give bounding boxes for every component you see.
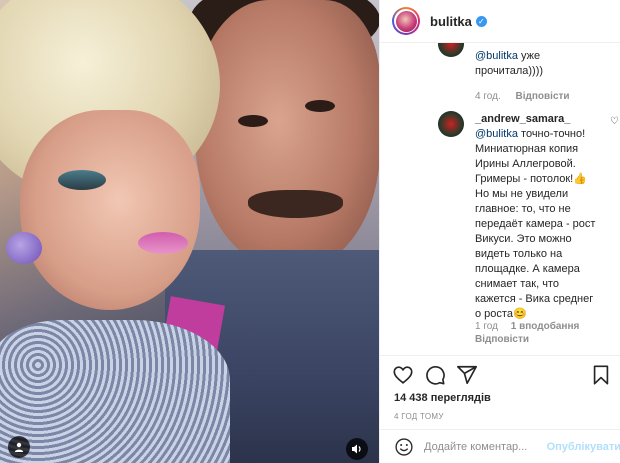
bookmark-icon[interactable] (590, 364, 614, 388)
man-face (195, 0, 379, 270)
man-left-eye (238, 115, 268, 127)
publish-button[interactable]: Опублікувати (547, 441, 620, 453)
user-tag-icon[interactable] (8, 436, 30, 458)
woman-blouse (0, 320, 230, 463)
man-right-eye (305, 100, 335, 112)
woman-lips (138, 232, 188, 254)
reply-button[interactable]: Відповісти (516, 91, 570, 102)
post-media[interactable] (0, 0, 379, 463)
likes-count[interactable]: 1 вподобання (511, 321, 580, 332)
comment-text: _andrew_samara_ @bulitka точно-точно! Ми… (475, 113, 596, 320)
moustache (248, 190, 343, 218)
avatar[interactable] (392, 7, 420, 35)
comment-icon[interactable] (424, 364, 448, 388)
comment-meta: 4 год. Відповісти (475, 91, 570, 102)
comment-avatar[interactable] (438, 43, 464, 57)
comment-text: @bulitka уже прочитала)))) (475, 50, 544, 77)
add-comment-bar: Додайте коментар... Опублікувати (380, 429, 620, 463)
views-count[interactable]: 14 438 переглядів (394, 392, 491, 404)
comment-avatar[interactable] (438, 111, 464, 137)
author-username[interactable]: bulitka (430, 14, 472, 29)
comments-list[interactable]: @bulitka уже прочитала)))) 4 год. Відпов… (380, 43, 620, 355)
sound-icon[interactable] (346, 438, 368, 460)
woman-eye (58, 170, 106, 190)
post-timestamp[interactable]: 4 ГОД ТОМУ (394, 412, 444, 421)
mention-link[interactable]: @bulitka (475, 50, 518, 62)
post-actions: 14 438 переглядів 4 ГОД ТОМУ Додайте ком… (380, 355, 620, 463)
emoji-icon[interactable] (394, 437, 414, 457)
share-icon[interactable] (456, 364, 480, 388)
comment-username[interactable]: _andrew_samara_ (475, 113, 570, 125)
heart-icon[interactable] (392, 364, 416, 388)
comment-like-heart-icon[interactable]: ♡ (610, 116, 619, 127)
verified-badge-icon: ✓ (475, 15, 487, 27)
woman-face (20, 110, 200, 310)
comment-time: 4 год. (475, 91, 501, 102)
reply-button[interactable]: Відповісти (475, 334, 529, 345)
mention-link[interactable]: @bulitka (475, 128, 518, 140)
comment-meta: 1 год 1 вподобання Відповісти (475, 320, 615, 346)
comment-time: 1 год (475, 321, 498, 332)
post-header: bulitka ✓ (380, 0, 620, 43)
comment-input[interactable]: Додайте коментар... (424, 441, 547, 453)
earring (6, 232, 42, 264)
post-sidebar: bulitka ✓ @bulitka уже прочитала)))) 4 г… (379, 0, 620, 463)
